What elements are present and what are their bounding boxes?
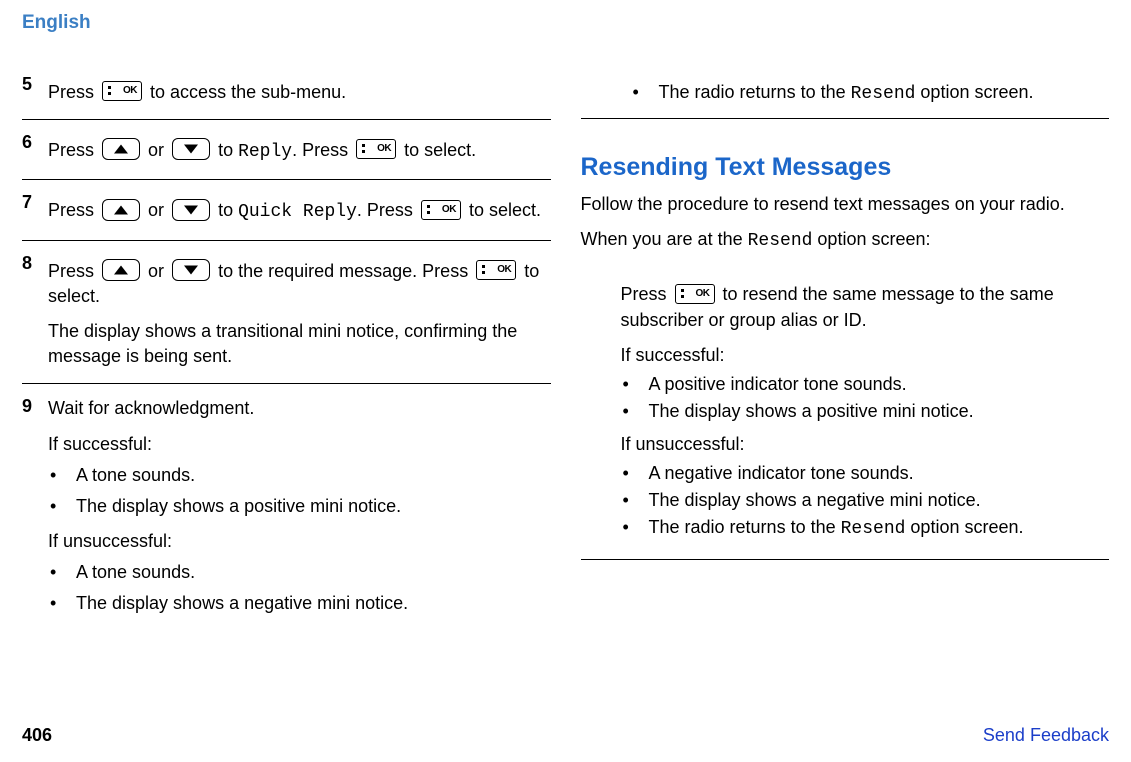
section-when: When you are at the Resend option screen… [581, 227, 1110, 254]
text: to access the sub-menu. [150, 82, 346, 102]
list-item: The radio returns to the Resend option s… [621, 517, 1110, 539]
menu-ok-button-icon: OK [421, 200, 461, 220]
step-8: 8 Press or to the required message. Pres… [22, 241, 551, 385]
section-heading: Resending Text Messages [581, 153, 1110, 182]
step-note: The display shows a transitional mini no… [48, 319, 551, 369]
text: Wait for acknowledgment. [48, 396, 551, 421]
text: to the required message. Press [218, 261, 473, 281]
up-arrow-button-icon [102, 199, 140, 221]
send-feedback-link[interactable]: Send Feedback [983, 725, 1109, 746]
fail-list: A negative indicator tone sounds. The di… [621, 463, 1110, 539]
step-body: Press OK to access the sub-menu. [48, 74, 551, 105]
text: or [148, 140, 169, 160]
page-number: 406 [22, 725, 52, 746]
text: to select. [469, 200, 541, 220]
success-list: A tone sounds. The display shows a posit… [48, 463, 551, 519]
page-header: English [22, 12, 1109, 34]
section-intro: Follow the procedure to resend text mess… [581, 192, 1110, 217]
text: option screen: [812, 229, 930, 249]
list-item: The display shows a negative mini notice… [621, 490, 1110, 511]
list-item: A positive indicator tone sounds. [621, 374, 1110, 395]
step-number: 9 [22, 396, 48, 622]
step-number: 6 [22, 132, 48, 165]
text: Press [48, 82, 99, 102]
list-item: A tone sounds. [48, 463, 551, 488]
page-footer: 406 Send Feedback [22, 725, 1109, 746]
list-item: The display shows a positive mini notice… [621, 401, 1110, 422]
step-body: Press or to Quick Reply. Press OK to sel… [48, 192, 551, 225]
step-number: 7 [22, 192, 48, 225]
continuation-bullet: The radio returns to the Resend option s… [581, 82, 1110, 119]
text: The radio returns to the [649, 517, 841, 537]
fail-label: If unsuccessful: [621, 432, 1110, 457]
text: When you are at the [581, 229, 748, 249]
menu-option: Quick Reply [238, 202, 357, 222]
down-arrow-button-icon [172, 259, 210, 281]
resend-procedure: Press OK to resend the same message to t… [581, 282, 1110, 560]
step-body: Wait for acknowledgment. If successful: … [48, 396, 551, 622]
step-7: 7 Press or to Quick Reply. Press OK to s… [22, 180, 551, 240]
left-column: 5 Press OK to access the sub-menu. 6 Pre… [22, 62, 551, 637]
text: The radio returns to the [659, 82, 851, 102]
success-label: If successful: [621, 343, 1110, 368]
step-6: 6 Press or to Reply. Press OK to select. [22, 120, 551, 180]
right-column: The radio returns to the Resend option s… [581, 62, 1110, 637]
menu-ok-button-icon: OK [675, 284, 715, 304]
up-arrow-button-icon [102, 259, 140, 281]
step-9: 9 Wait for acknowledgment. If successful… [22, 384, 551, 636]
list-item: The display shows a negative mini notice… [48, 591, 551, 616]
list-item: A negative indicator tone sounds. [621, 463, 1110, 484]
down-arrow-button-icon [172, 138, 210, 160]
text: . Press [292, 140, 353, 160]
success-list: A positive indicator tone sounds. The di… [621, 374, 1110, 422]
text: Press [48, 261, 99, 281]
text: option screen. [905, 517, 1023, 537]
menu-option: Resend [748, 231, 813, 251]
step-number: 8 [22, 253, 48, 370]
menu-option: Resend [841, 519, 906, 539]
menu-option: Reply [238, 142, 292, 162]
fail-label: If unsuccessful: [48, 529, 551, 554]
menu-option: Resend [851, 84, 916, 104]
up-arrow-button-icon [102, 138, 140, 160]
text: Press [621, 284, 672, 304]
text: to [218, 140, 238, 160]
fail-list: A tone sounds. The display shows a negat… [48, 560, 551, 616]
text: option screen. [915, 82, 1033, 102]
step-number: 5 [22, 74, 48, 105]
text: or [148, 261, 169, 281]
step-body: Press or to Reply. Press OK to select. [48, 132, 551, 165]
success-label: If successful: [48, 432, 551, 457]
menu-ok-button-icon: OK [102, 81, 142, 101]
step-5: 5 Press OK to access the sub-menu. [22, 62, 551, 120]
list-item: A tone sounds. [48, 560, 551, 585]
list-item: The display shows a positive mini notice… [48, 494, 551, 519]
text: Press [48, 140, 99, 160]
step-body: Press or to the required message. Press … [48, 253, 551, 370]
text: . Press [357, 200, 418, 220]
text: or [148, 200, 169, 220]
text: to [218, 200, 238, 220]
text: to select. [404, 140, 476, 160]
menu-ok-button-icon: OK [476, 260, 516, 280]
down-arrow-button-icon [172, 199, 210, 221]
menu-ok-button-icon: OK [356, 139, 396, 159]
content-columns: 5 Press OK to access the sub-menu. 6 Pre… [22, 62, 1109, 637]
text: Press [48, 200, 99, 220]
